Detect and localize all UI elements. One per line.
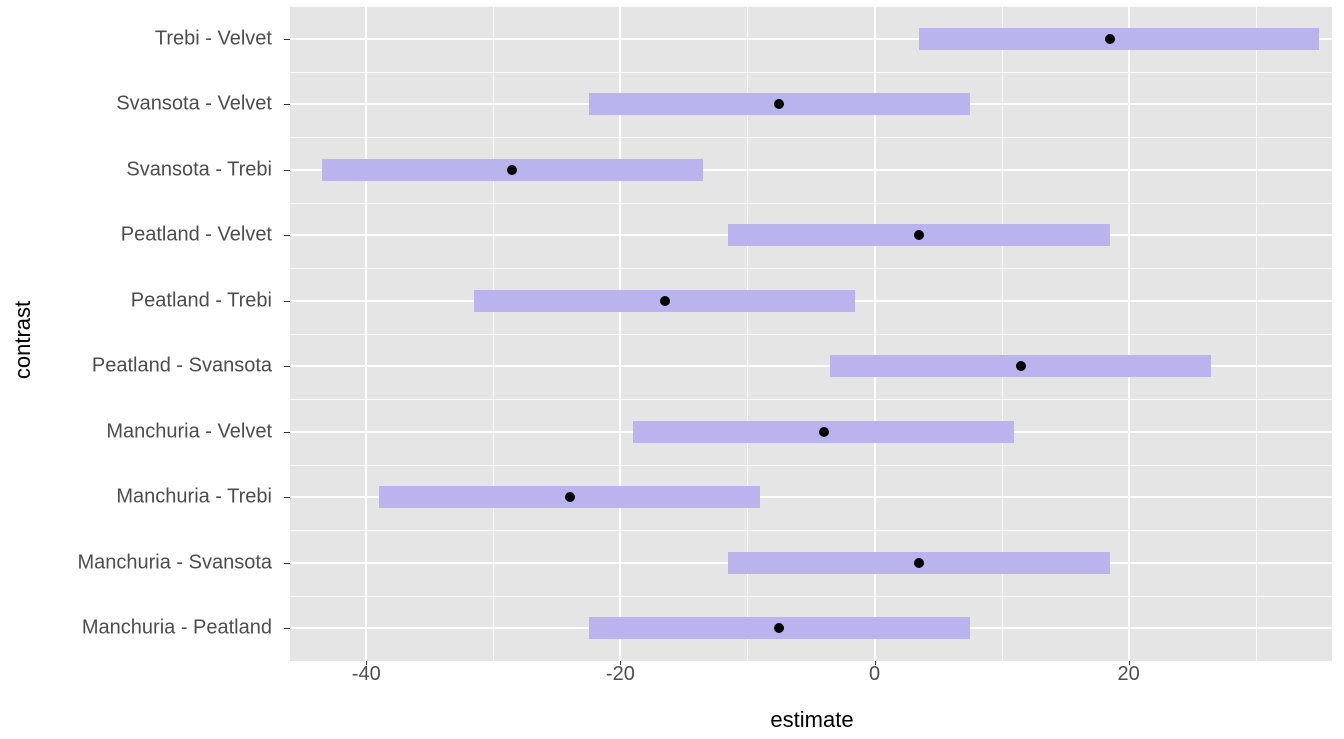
x-tick-mark [1129,661,1130,665]
estimate-point [774,623,784,633]
y-tick-mark [284,301,290,302]
y-tick-label: Manchuria - Trebi [116,486,272,509]
gridline-horizontal-minor [290,661,1332,662]
y-tick-mark [284,563,290,564]
x-tick-label: -40 [352,663,381,686]
gridline-horizontal-minor [290,72,1332,73]
x-tick-mark [875,661,876,665]
gridline-horizontal-minor [290,6,1332,7]
y-tick-label: Svansota - Velvet [116,93,272,116]
y-tick-label: Peatland - Trebi [131,289,272,312]
y-tick-mark [284,170,290,171]
x-tick-mark [366,661,367,665]
gridline-horizontal-minor [290,137,1332,138]
x-axis-title: estimate [290,707,1334,733]
estimate-point [914,558,924,568]
y-axis-title: contrast [8,0,38,679]
x-tick-label: 0 [869,663,880,686]
y-axis-title-text: contrast [10,300,36,378]
y-tick-label: Manchuria - Velvet [106,420,272,443]
x-tick-label: -20 [606,663,635,686]
plot-panel [290,6,1332,661]
y-tick-labels: Trebi - Velvet Svansota - Velvet Svansota … [40,6,280,661]
gridline-horizontal-minor [290,268,1332,269]
gridline-horizontal-minor [290,203,1332,204]
estimate-point [1016,361,1026,371]
estimate-point [660,296,670,306]
y-tick-label: Trebi - Velvet [155,27,272,50]
x-tick-label: 20 [1118,663,1140,686]
interval-bar [919,28,1319,50]
chart-container: contrast Trebi - Velvet Svansota - Velvet… [0,0,1344,739]
y-tick-label: Svansota - Trebi [126,158,272,181]
y-tick-label: Peatland - Velvet [121,224,272,247]
estimate-point [507,165,517,175]
x-tick-labels: -40 -20 0 20 [290,663,1332,691]
estimate-point [914,230,924,240]
y-tick-mark [284,366,290,367]
estimate-point [774,99,784,109]
gridline-horizontal-minor [290,334,1332,335]
y-tick-label: Manchuria - Svansota [77,551,272,574]
y-tick-mark [284,39,290,40]
y-tick-label: Peatland - Svansota [92,355,272,378]
gridline-horizontal-minor [290,596,1332,597]
y-tick-label: Manchuria - Peatland [82,617,272,640]
estimate-point [819,427,829,437]
y-tick-mark [284,628,290,629]
y-tick-mark [284,432,290,433]
y-tick-mark [284,104,290,105]
y-tick-mark [284,497,290,498]
x-tick-mark [620,661,621,665]
estimate-point [1105,34,1115,44]
estimate-point [565,492,575,502]
gridline-horizontal-minor [290,465,1332,466]
gridline-horizontal-minor [290,399,1332,400]
y-tick-mark [284,235,290,236]
gridline-horizontal-minor [290,530,1332,531]
